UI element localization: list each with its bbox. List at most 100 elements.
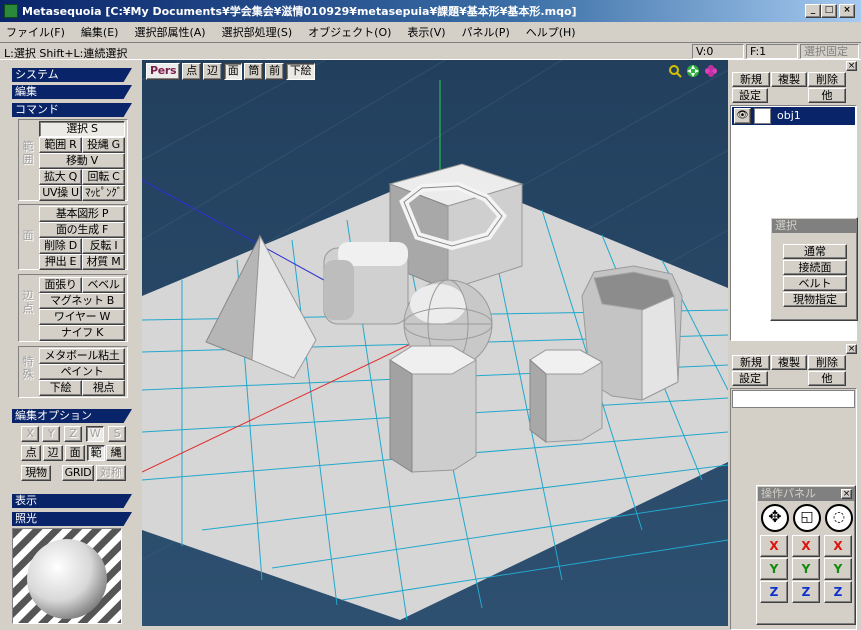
bevel-button[interactable]: ベベル (82, 277, 125, 293)
material-duplicate-button[interactable]: 複製 (771, 355, 807, 370)
menu-selection-proc[interactable]: 選択部処理(S) (222, 24, 293, 40)
mapping-button[interactable]: ﾏｯﾋﾟﾝｸﾞ (82, 185, 125, 201)
show-edge-button[interactable]: 辺 (203, 63, 222, 80)
edit-header[interactable]: 編集 (12, 85, 132, 99)
paint-button[interactable]: ペイント (39, 364, 125, 380)
actual-toggle[interactable]: 現物 (21, 465, 51, 481)
menu-file[interactable]: ファイル(F) (6, 24, 65, 40)
axis-y-toggle[interactable]: Y (42, 426, 60, 442)
delete-button[interactable]: 削除 D (39, 238, 82, 254)
display-header[interactable]: 表示 (12, 494, 132, 508)
select-belt-button[interactable]: ベルト (783, 276, 847, 291)
zoom-icon[interactable] (668, 64, 682, 78)
object-duplicate-button[interactable]: 複製 (771, 72, 807, 87)
knife-button[interactable]: ナイフ K (39, 325, 125, 341)
visibility-eye-icon[interactable]: 👁 (734, 108, 751, 124)
command-header[interactable]: コマンド (12, 103, 132, 117)
select-actual-button[interactable]: 現物指定 (783, 292, 847, 307)
scale-z-button[interactable]: Z (792, 581, 820, 603)
edit-options-header[interactable]: 編集オプション (12, 409, 132, 423)
pan-icon[interactable] (686, 64, 700, 78)
underlay-button[interactable]: 下絵 (39, 380, 82, 396)
primitive-button[interactable]: 基本図形 P (39, 206, 125, 222)
rotate-z-button[interactable]: Z (824, 581, 852, 603)
material-list-empty[interactable] (732, 390, 855, 408)
lighting-preview[interactable] (12, 528, 122, 624)
extrude-button[interactable]: 押出 E (39, 254, 82, 270)
axis-x-toggle[interactable]: X (21, 426, 39, 442)
maximize-button[interactable]: □ (821, 4, 837, 18)
rotate-handle-icon[interactable]: ◌ (825, 504, 853, 532)
magnet-button[interactable]: マグネット B (39, 293, 125, 309)
scale-handle-icon[interactable]: ◱ (793, 504, 821, 532)
menu-panel[interactable]: パネル(P) (462, 24, 510, 40)
lock-toggle[interactable] (754, 108, 771, 124)
rotate-button[interactable]: 回転 C (82, 169, 125, 185)
rotate-view-icon[interactable] (704, 64, 718, 78)
minimize-button[interactable]: _ (805, 4, 821, 18)
world-toggle[interactable]: W (86, 426, 104, 442)
viewpoint-button[interactable]: 視点 (82, 380, 125, 396)
select-button[interactable]: 選択 S (39, 121, 125, 137)
material-button[interactable]: 材質 M (82, 254, 125, 270)
move-x-button[interactable]: X (760, 535, 788, 557)
3d-viewport[interactable] (142, 60, 728, 626)
lighting-header[interactable]: 照光 (12, 512, 132, 526)
range-button[interactable]: 範囲 R (39, 137, 82, 153)
move-button[interactable]: 移動 V (39, 153, 125, 169)
menu-object[interactable]: オブジェクト(O) (308, 24, 391, 40)
object-settings-button[interactable]: 設定 (732, 88, 768, 103)
system-header[interactable]: システム (12, 68, 132, 82)
rotate-x-button[interactable]: X (824, 535, 852, 557)
show-face-button[interactable]: 面 (223, 63, 243, 80)
scene-canvas[interactable] (142, 60, 728, 626)
object-delete-button[interactable]: 削除 (808, 72, 846, 87)
material-panel-close-icon[interactable]: × (846, 344, 857, 354)
wire-button[interactable]: ワイヤー W (39, 309, 125, 325)
axis-z-toggle[interactable]: Z (64, 426, 82, 442)
object-panel-close-icon[interactable]: × (846, 61, 857, 71)
object-other-button[interactable]: 他 (808, 88, 846, 103)
flip-button[interactable]: 反転 I (82, 238, 125, 254)
scale-button[interactable]: 拡大 Q (39, 169, 82, 185)
vertex-toggle[interactable]: 点 (21, 445, 41, 461)
symmetry-toggle[interactable]: 対称 (96, 465, 126, 481)
scale-y-button[interactable]: Y (792, 558, 820, 580)
show-vertex-button[interactable]: 点 (182, 63, 201, 80)
uv-button[interactable]: UV操 U (39, 185, 82, 201)
select-panel-title[interactable]: 選択 (772, 219, 856, 233)
material-new-button[interactable]: 新規 (732, 355, 770, 370)
object-new-button[interactable]: 新規 (732, 72, 770, 87)
move-z-button[interactable]: Z (760, 581, 788, 603)
material-other-button[interactable]: 他 (808, 371, 846, 386)
operation-panel-close-icon[interactable]: × (841, 489, 852, 499)
select-normal-button[interactable]: 通常 (783, 244, 847, 259)
menu-edit[interactable]: 編集(E) (81, 24, 119, 40)
select-connected-button[interactable]: 接続面 (783, 260, 847, 275)
move-handle-icon[interactable]: ✥ (761, 504, 789, 532)
simple-button[interactable]: 筒 (244, 63, 264, 80)
object-name[interactable]: obj1 (777, 109, 801, 122)
close-button[interactable]: × (839, 4, 855, 18)
lasso-button[interactable]: 投縄 G (82, 137, 125, 153)
scale-x-button[interactable]: X (792, 535, 820, 557)
selection-lock[interactable]: 選択固定 (800, 44, 859, 59)
perspective-button[interactable]: Pers (146, 63, 181, 80)
rotate-y-button[interactable]: Y (824, 558, 852, 580)
edge-toggle[interactable]: 辺 (43, 445, 63, 461)
create-face-button[interactable]: 面の生成 F (39, 222, 125, 238)
range-toggle[interactable]: 範 (87, 445, 105, 461)
metaball-button[interactable]: メタボール粘土 (39, 348, 125, 364)
grid-toggle[interactable]: GRID (62, 465, 94, 481)
list-item[interactable]: 👁 obj1 (732, 107, 855, 125)
material-delete-button[interactable]: 削除 (808, 355, 846, 370)
lasso-toggle[interactable]: 縄 (106, 445, 126, 461)
span-face-button[interactable]: 面張り (39, 277, 82, 293)
screen-toggle[interactable]: S (108, 426, 126, 442)
move-y-button[interactable]: Y (760, 558, 788, 580)
menu-view[interactable]: 表示(V) (407, 24, 445, 40)
material-settings-button[interactable]: 設定 (732, 371, 768, 386)
face-toggle[interactable]: 面 (65, 445, 85, 461)
underlay-view-button[interactable]: 下絵 (285, 63, 316, 80)
front-button[interactable]: 前 (265, 63, 284, 80)
